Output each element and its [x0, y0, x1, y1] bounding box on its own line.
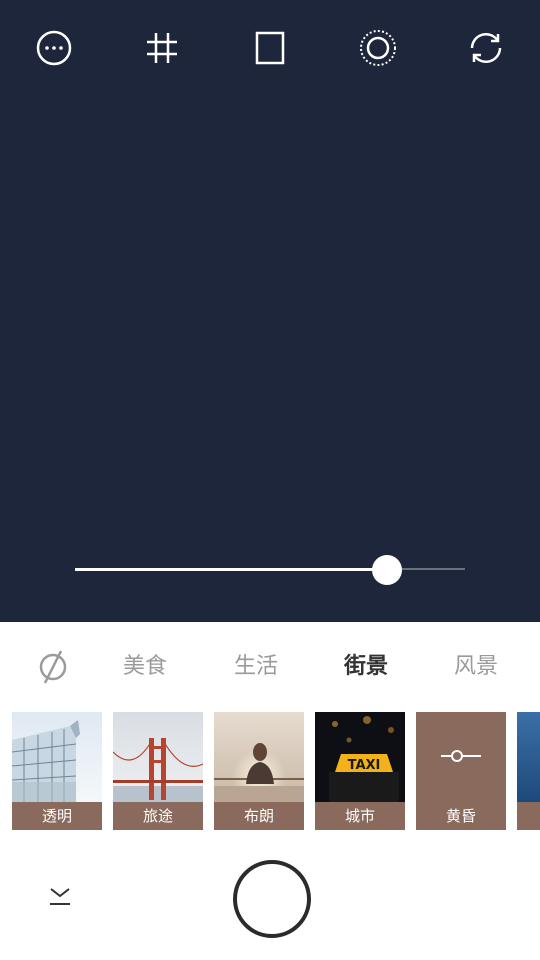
tab-street[interactable]: 街景 [326, 644, 406, 690]
no-filter-icon[interactable] [33, 644, 73, 690]
top-toolbar [0, 0, 540, 96]
category-tabs: 美食 生活 街景 风景 [0, 644, 540, 690]
filter-label: 旅途 [113, 802, 203, 830]
filter-city[interactable]: TAXI 城市 [315, 712, 405, 830]
filter-brown[interactable]: 布朗 [214, 712, 304, 830]
filter-panel: 美食 生活 街景 风景 透明 旅途 布朗 TAXI 城市 黄昏 [0, 622, 540, 960]
taxi-sign-text: TAXI [348, 758, 381, 773]
camera-viewfinder[interactable] [0, 0, 540, 622]
building-thumbnail [12, 712, 102, 802]
slider-thumb[interactable] [372, 555, 402, 585]
tab-life[interactable]: 生活 [216, 644, 296, 690]
more-icon[interactable] [28, 22, 80, 74]
slider-fill [75, 568, 387, 571]
woman-thumbnail [214, 712, 304, 802]
filter-label-bg [517, 802, 540, 830]
timer-icon[interactable] [352, 22, 404, 74]
filter-transparent[interactable]: 透明 [12, 712, 102, 830]
filter-label: 透明 [12, 802, 102, 830]
filter-strip: 透明 旅途 布朗 TAXI 城市 黄昏 [12, 712, 540, 832]
filter-label: 城市 [315, 802, 405, 830]
filter-dusk[interactable]: 黄昏 [416, 712, 506, 830]
filter-next-partial[interactable] [517, 712, 540, 830]
shutter-button[interactable] [233, 860, 311, 938]
sky-thumbnail [517, 712, 540, 802]
grid-icon[interactable] [136, 22, 188, 74]
filter-label: 布朗 [214, 802, 304, 830]
filter-journey[interactable]: 旅途 [113, 712, 203, 830]
aspect-ratio-icon[interactable] [244, 22, 296, 74]
exposure-slider[interactable] [75, 555, 465, 585]
adjust-icon [441, 750, 481, 762]
filter-label: 黄昏 [416, 802, 506, 830]
chevron-down-icon[interactable] [46, 883, 74, 909]
taxi-thumbnail: TAXI [315, 712, 405, 802]
bridge-thumbnail [113, 712, 203, 802]
tab-landscape[interactable]: 风景 [436, 644, 516, 690]
tab-food[interactable]: 美食 [105, 644, 185, 690]
switch-camera-icon[interactable] [460, 22, 512, 74]
